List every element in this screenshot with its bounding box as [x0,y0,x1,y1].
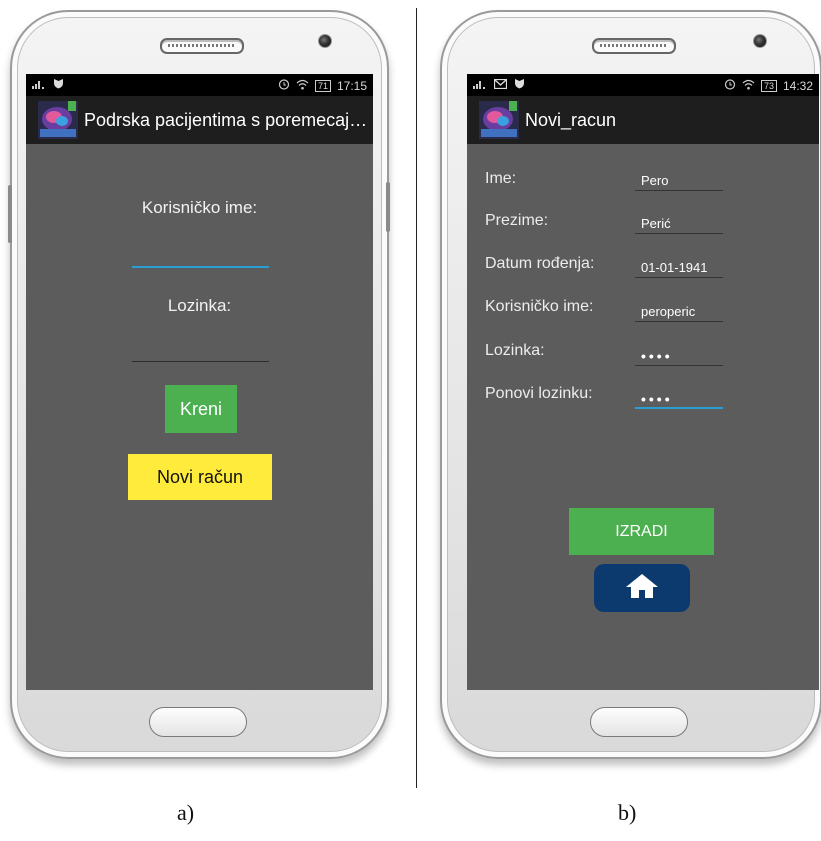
home-button[interactable] [594,564,690,612]
brain-app-icon [479,101,519,139]
username-input[interactable] [132,244,269,268]
power-button[interactable] [386,182,390,232]
app-title: Novi_racun [525,109,617,130]
screen-login: 71 17:15 Podrska pacijentima s poremecaj… [26,74,373,690]
front-camera [318,34,332,48]
password-input[interactable] [132,339,269,362]
mail-icon [493,78,508,92]
hardware-home-button[interactable] [149,707,247,737]
signal-icon [473,78,487,92]
last-name-field[interactable]: Perić [635,214,723,234]
username-label: Korisničko ime: [141,198,258,217]
password-label: Lozinka: [485,342,545,359]
alarm-icon [724,78,736,93]
go-button[interactable]: Kreni [165,385,237,433]
volume-button[interactable] [8,185,12,243]
repeat-password-label: Ponovi lozinku: [485,385,593,402]
battery-icon: 71 [314,79,331,92]
shield-icon [53,78,64,92]
status-bar: 71 17:15 [26,74,373,96]
username-label: Korisničko ime: [485,298,594,315]
home-icon [624,572,660,605]
last-name-label: Prezime: [485,212,549,229]
action-bar: Podrska pacijentima s poremecaje... [26,96,373,144]
divider-line [416,8,417,788]
new-account-button[interactable]: Novi račun [128,454,272,500]
shield-icon [514,78,525,92]
first-name-field[interactable]: Pero [635,171,723,191]
hardware-home-button[interactable] [590,707,688,737]
birth-date-label: Datum rođenja: [485,255,595,272]
first-name-label: Ime: [485,170,517,187]
caption-a: a) [177,800,195,825]
password-label: Lozinka: [167,296,232,315]
signal-icon [32,78,46,92]
app-title: Podrska pacijentima s poremecaje... [84,109,373,130]
username-field[interactable]: peroperic [635,302,723,322]
earpiece-speaker [592,38,676,54]
alarm-icon [278,78,290,93]
repeat-password-field[interactable]: •••• [635,389,723,409]
battery-icon: 73 [760,79,777,92]
status-time: 14:32 [782,78,813,93]
birth-date-field[interactable]: 01-01-1941 [635,258,723,278]
create-button[interactable]: IZRADI [569,508,714,555]
wifi-icon [742,79,755,93]
front-camera [753,34,767,48]
status-bar: 73 14:32 [467,74,819,96]
caption-b: b) [618,800,637,825]
action-bar: Novi_racun [467,96,819,144]
wifi-icon [296,79,309,93]
status-time: 17:15 [336,78,367,93]
brain-app-icon [38,101,78,139]
password-field[interactable]: •••• [635,346,723,366]
screen-new-account: 73 14:32 Novi_racun Ime: Pero Prezime: P… [467,74,819,690]
earpiece-speaker [160,38,244,54]
